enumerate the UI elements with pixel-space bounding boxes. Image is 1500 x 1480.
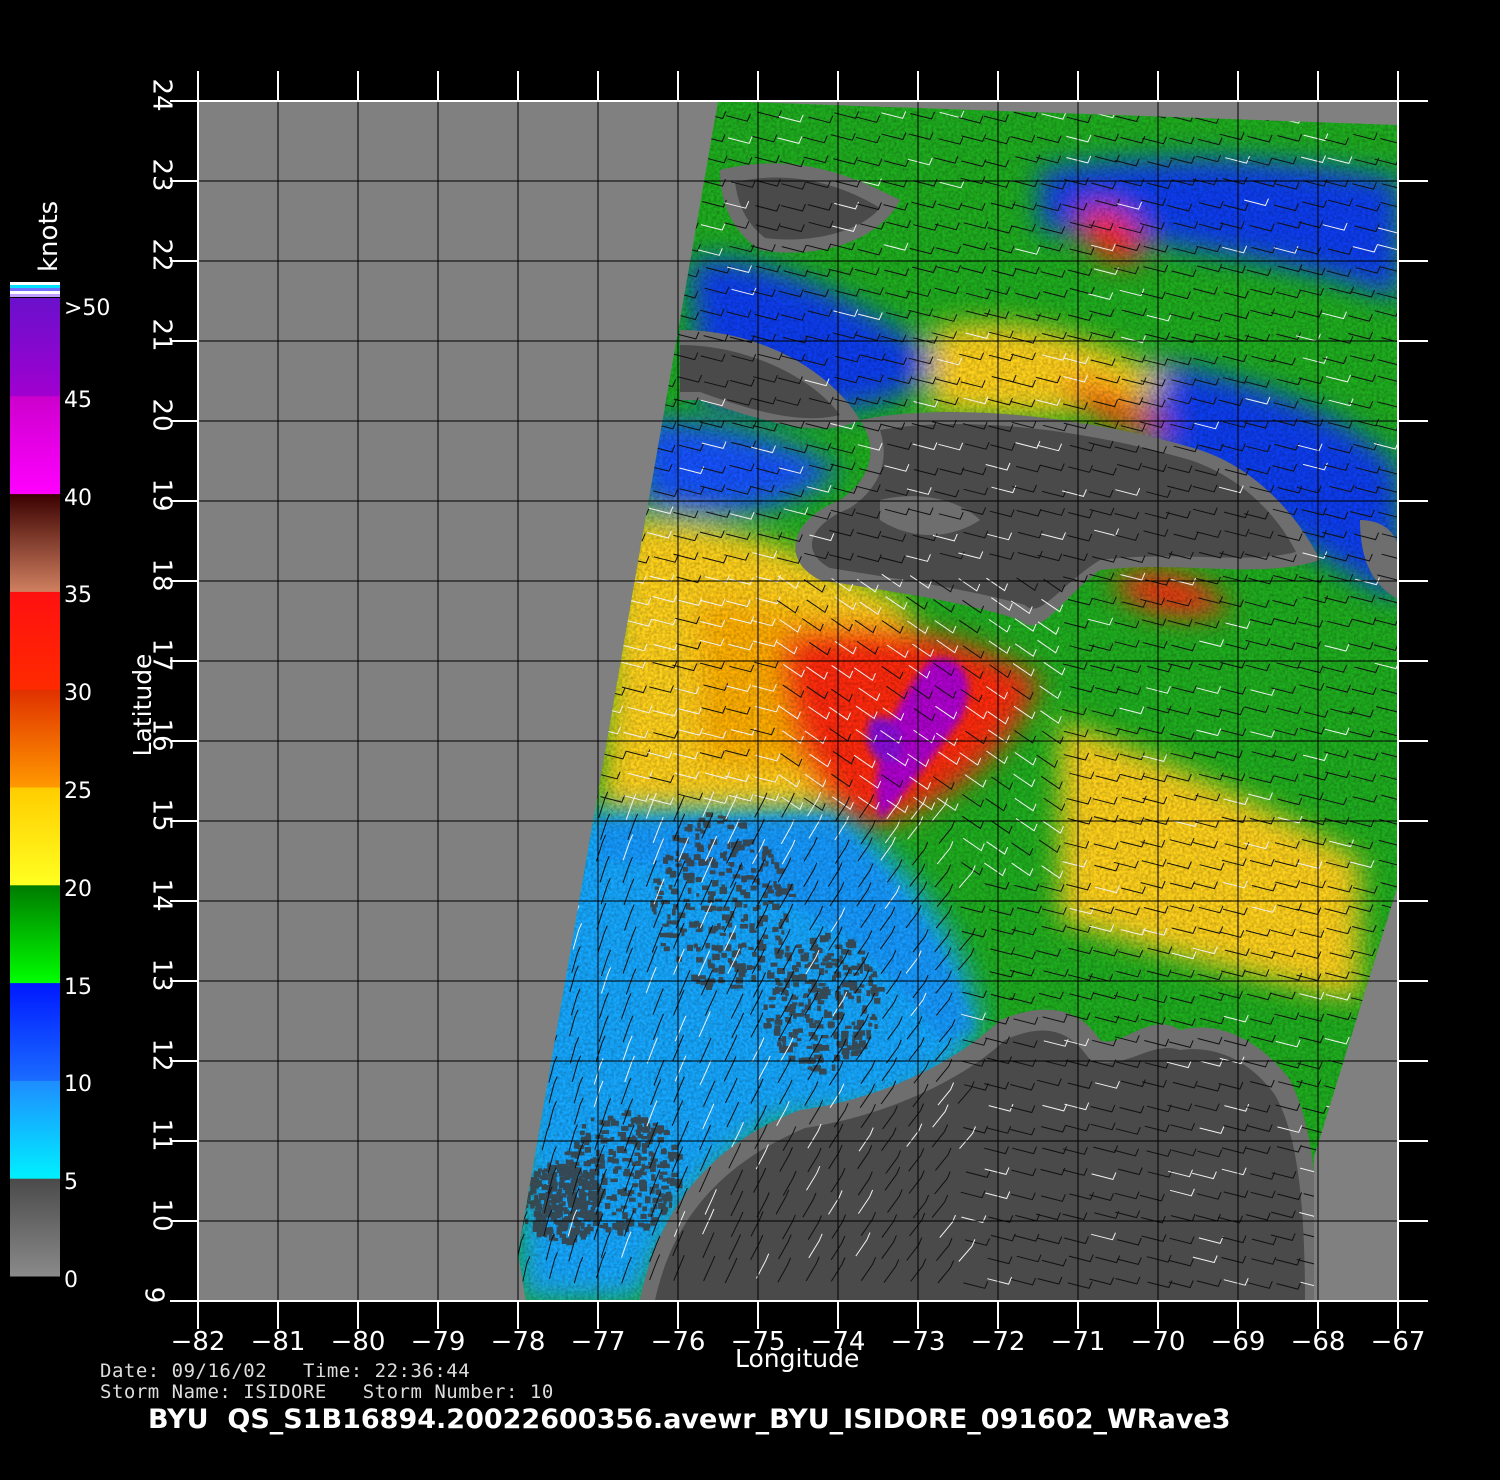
latitude-tick-label: 13 — [146, 958, 177, 992]
colorbar-band — [10, 982, 60, 1081]
colorbar-cap — [10, 282, 60, 285]
colorbar-label: 35 — [64, 583, 92, 609]
longitude-tick-label: −68 — [1290, 1327, 1346, 1357]
colorbar — [10, 282, 60, 1277]
longitude-tick-label: −75 — [730, 1327, 786, 1357]
latitude-tick-label: 20 — [146, 398, 177, 432]
latitude-tick-label: 17 — [146, 638, 177, 672]
longitude-tick-label: −76 — [650, 1327, 706, 1357]
longitude-tick-label: −79 — [410, 1327, 466, 1357]
latitude-tick-label: 11 — [146, 1118, 177, 1152]
colorbar-units: knots — [34, 200, 64, 272]
longitude-tick-label: −69 — [1210, 1327, 1266, 1357]
storm-line: Storm Name: ISIDORE Storm Number: 10 — [100, 1381, 554, 1403]
colorbar-label: 45 — [64, 387, 92, 413]
colorbar-band — [10, 298, 60, 397]
latitude-tick-label: 24 — [146, 78, 177, 112]
colorbar-label: 40 — [64, 485, 92, 511]
colorbar-label: 15 — [64, 974, 92, 1000]
longitude-tick-label: −73 — [890, 1327, 946, 1357]
longitude-tick-label: −72 — [970, 1327, 1026, 1357]
latitude-tick-label: 14 — [146, 878, 177, 912]
latitude-tick-label: 10 — [146, 1198, 177, 1232]
longitude-tick-label: −71 — [1050, 1327, 1106, 1357]
colorbar-band — [10, 689, 60, 788]
latitude-tick-label: 23 — [146, 158, 177, 192]
storm-number-label: Storm Number: — [362, 1381, 518, 1403]
colorbar-cap — [10, 294, 60, 297]
longitude-tick-label: −70 — [1130, 1327, 1186, 1357]
time-value: 22:36:44 — [374, 1360, 471, 1382]
colorbar-label: 20 — [64, 876, 92, 902]
colorbar-band — [10, 591, 60, 690]
storm-name-label: Storm Name: — [100, 1381, 232, 1403]
date-time-line: Date: 09/16/02 Time: 22:36:44 — [100, 1360, 470, 1382]
latitude-tick-label: 15 — [146, 798, 177, 832]
colorbar-label: 30 — [64, 681, 92, 707]
colorbar-band — [10, 787, 60, 886]
date-value: 09/16/02 — [171, 1360, 268, 1382]
colorbar-label: 25 — [64, 779, 92, 804]
latitude-tick-label: 21 — [146, 318, 177, 352]
colorbar-cap — [10, 288, 60, 291]
latitude-tick-label: 16 — [146, 718, 177, 752]
colorbar-label: 5 — [64, 1170, 78, 1196]
colorbar-cap — [10, 285, 60, 288]
colorbar-label: 0 — [64, 1268, 78, 1293]
colorbar-band — [10, 884, 60, 984]
file-title: BYU QS_S1B16894.20022600356.avewr_BYU_IS… — [148, 1404, 1231, 1435]
colorbar-band — [10, 1080, 60, 1179]
colorbar-label: >50 — [64, 296, 111, 321]
storm-number-value: 10 — [529, 1381, 554, 1403]
longitude-tick-label: −81 — [250, 1327, 306, 1357]
longitude-tick-label: −74 — [810, 1327, 866, 1357]
latitude-tick-label: 22 — [146, 238, 177, 272]
latitude-tick-label: 12 — [146, 1038, 177, 1072]
longitude-tick-label: −78 — [490, 1327, 546, 1357]
colorbar-band — [10, 395, 60, 495]
longitude-tick-label: −82 — [170, 1327, 226, 1357]
time-label: Time: — [303, 1360, 363, 1382]
colorbar-band — [10, 1178, 60, 1277]
colorbar-cap — [10, 291, 60, 294]
latitude-tick-label: 18 — [146, 558, 177, 592]
colorbar-label: 10 — [64, 1072, 92, 1098]
storm-name-value: ISIDORE — [243, 1381, 327, 1403]
latitude-tick-label: 19 — [146, 478, 177, 512]
colorbar-band — [10, 493, 60, 592]
longitude-tick-label: −80 — [330, 1327, 386, 1357]
longitude-tick-label: −77 — [570, 1327, 626, 1357]
wind-map-figure — [10, 71, 1428, 1329]
date-label: Date: — [100, 1360, 160, 1382]
longitude-tick-label: −67 — [1370, 1327, 1426, 1357]
latitude-tick-label: 9 — [138, 1286, 169, 1304]
